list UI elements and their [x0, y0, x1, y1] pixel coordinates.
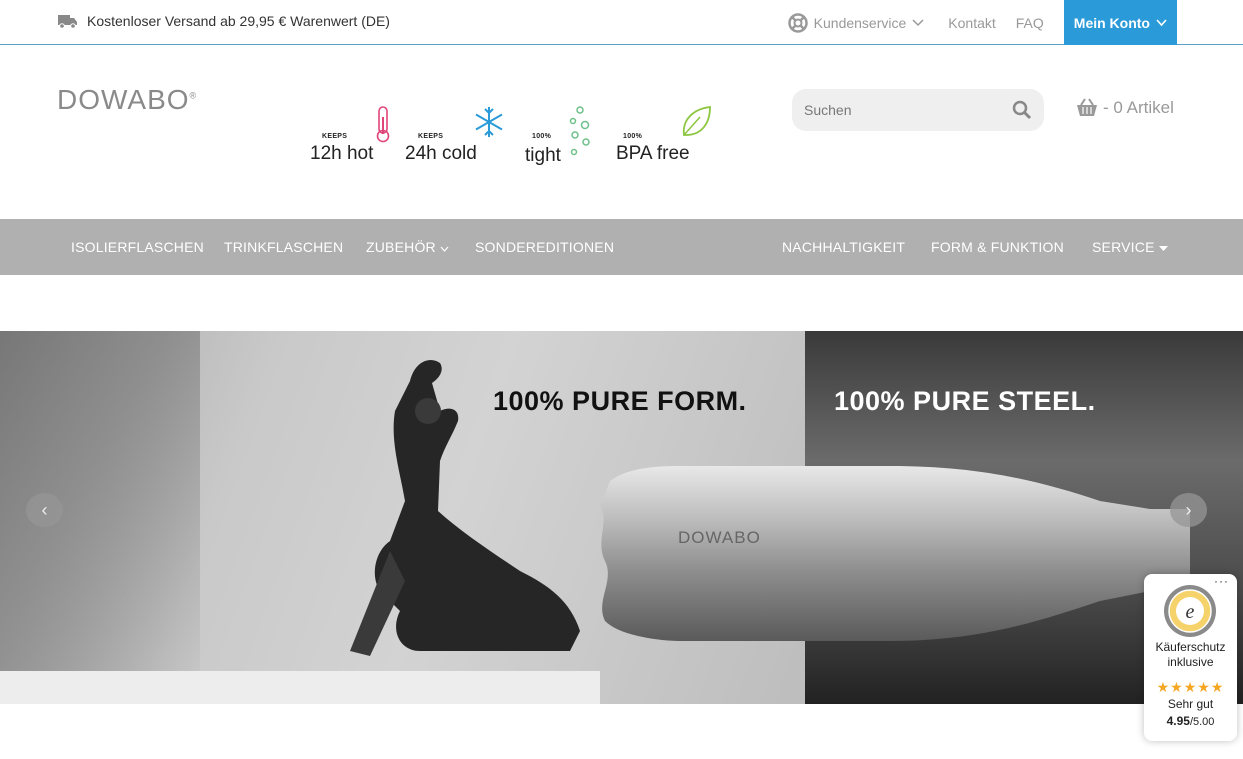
logo-text: DOWABO — [57, 84, 190, 115]
mein-konto-label: Mein Konto — [1073, 14, 1150, 31]
kaeuferschutz-text: Käuferschutz inklusive — [1155, 640, 1226, 669]
feature-badges: KEEPS 12h hot KEEPS 24h cold 100% tight … — [310, 100, 720, 170]
hero-text-right: 100% PURE STEEL. — [834, 386, 1096, 416]
leaf-icon — [682, 105, 711, 136]
feature-small-text: 100% — [623, 133, 643, 140]
chevron-left-icon: ‹ — [41, 499, 48, 520]
nav-sondereditionen[interactable]: SONDEREDITIONEN — [475, 239, 614, 255]
slider-prev-button[interactable]: ‹ — [26, 493, 63, 527]
kontakt-link[interactable]: Kontakt — [948, 15, 995, 31]
rating-stars: ★★★★★ — [1156, 679, 1225, 695]
dowabo-logo[interactable]: DOWABO® — [57, 84, 197, 116]
rating-score: 4.95/5.00 — [1144, 714, 1237, 728]
nav-service-label: SERVICE — [1092, 239, 1155, 255]
hero-slider: DOWABO 100% PURE FORM. 100% PURE STEEL. … — [0, 331, 1243, 704]
shipping-info: Kostenloser Versand ab 29,95 € Warenwert… — [58, 13, 390, 29]
chevron-down-icon — [1156, 18, 1167, 26]
bottle-logo-text: DOWABO — [678, 528, 761, 547]
slider-next-button[interactable]: › — [1170, 493, 1207, 527]
bubbles-icon — [569, 106, 590, 156]
feature-small-text: KEEPS — [322, 133, 348, 140]
nav-form-funktion[interactable]: FORM & FUNKTION — [931, 239, 1064, 255]
mein-konto-button[interactable]: Mein Konto — [1063, 0, 1177, 45]
hero-ledge — [0, 671, 600, 704]
nav-nachhaltigkeit[interactable]: NACHHALTIGKEIT — [782, 239, 905, 255]
lifebuoy-icon — [787, 12, 808, 33]
search-icon[interactable] — [1012, 100, 1032, 120]
feature-big-text: BPA free — [616, 143, 690, 164]
shipping-text: Kostenloser Versand ab 29,95 € Warenwert… — [87, 13, 390, 29]
snowflake-icon — [475, 107, 503, 137]
nav-zubehoer-label: ZUBEHÖR — [366, 239, 436, 255]
chevron-down-icon — [440, 246, 449, 252]
search-input[interactable] — [804, 100, 1004, 120]
thermometer-icon — [376, 106, 390, 143]
trusted-shops-seal-icon: e — [1164, 585, 1216, 637]
score-value: 4.95 — [1166, 714, 1190, 728]
cart-label: - 0 Artikel — [1103, 98, 1174, 117]
caret-down-icon — [1158, 246, 1168, 251]
score-max: /5.00 — [1189, 716, 1215, 728]
top-bar: Kostenloser Versand ab 29,95 € Warenwert… — [0, 0, 1243, 45]
trusted-shops-badge[interactable]: ··· e Käuferschutz inklusive ★★★★★ Sehr … — [1144, 574, 1237, 741]
truck-icon — [58, 15, 77, 29]
cart-link[interactable]: - 0 Artikel — [1075, 98, 1174, 118]
faq-link[interactable]: FAQ — [1016, 15, 1044, 31]
feature-small-text: 100% — [532, 133, 552, 140]
nav-isolierflaschen[interactable]: ISOLIERFLASCHEN — [71, 239, 204, 255]
feature-big-text: tight — [525, 145, 561, 166]
rating-text: Sehr gut — [1167, 697, 1214, 711]
nav-zubehoer[interactable]: ZUBEHÖR — [366, 239, 449, 255]
kundenservice-label: Kundenservice — [813, 14, 907, 31]
chevron-down-icon — [912, 18, 924, 26]
feature-big-text: 12h hot — [310, 143, 374, 164]
nav-service[interactable]: SERVICE — [1092, 239, 1168, 255]
search-box — [792, 89, 1044, 131]
feature-small-text: KEEPS — [418, 133, 444, 140]
hero-text-left: 100% PURE FORM. — [493, 386, 747, 416]
main-nav: ISOLIERFLASCHEN TRINKFLASCHEN ZUBEHÖR SO… — [0, 219, 1243, 275]
basket-icon — [1077, 98, 1097, 116]
chevron-right-icon: › — [1185, 499, 1192, 520]
bottle-image: DOWABO — [600, 466, 1190, 641]
feature-big-text: 24h cold — [405, 143, 477, 164]
kundenservice-dropdown[interactable]: Kundenservice — [787, 12, 925, 33]
svg-text:e: e — [1186, 601, 1195, 623]
nav-trinkflaschen[interactable]: TRINKFLASCHEN — [224, 239, 343, 255]
